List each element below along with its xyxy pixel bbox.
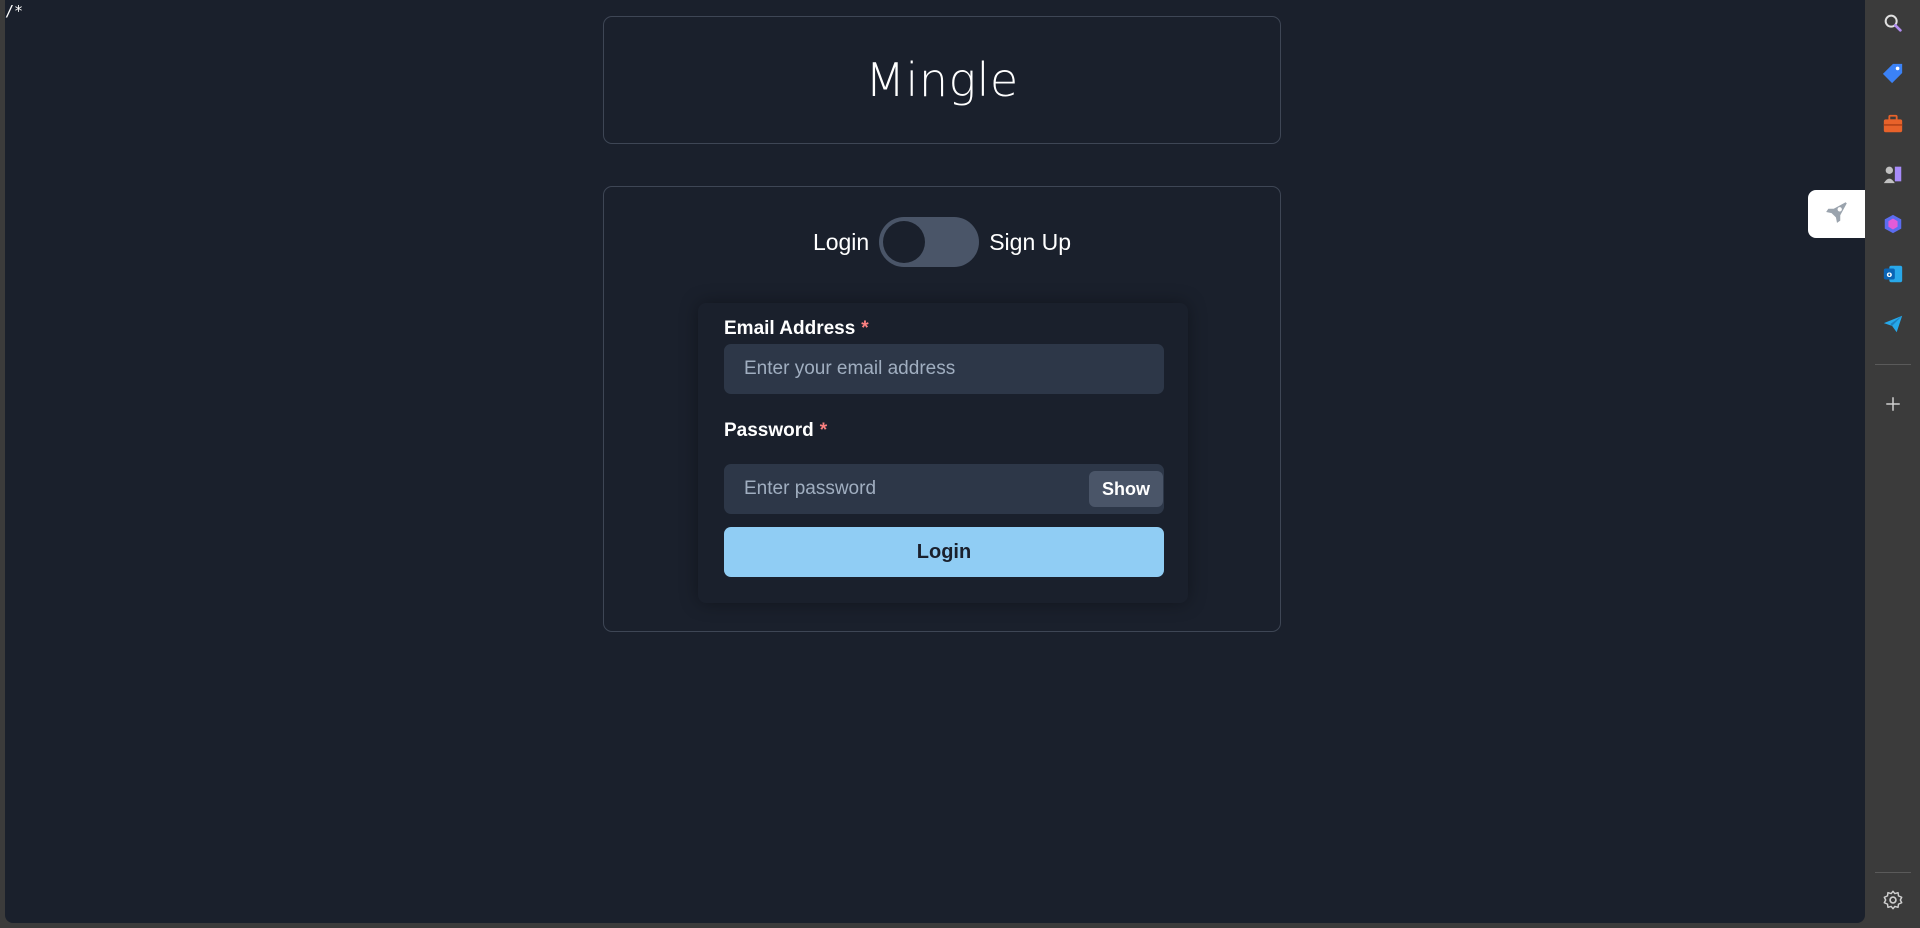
settings-icon[interactable] (1881, 888, 1905, 912)
password-label-text: Password (724, 420, 814, 441)
floating-assistant-tab[interactable] (1808, 190, 1865, 238)
required-mark: * (861, 318, 869, 339)
edge-sidebar: o (1865, 0, 1920, 928)
games-icon[interactable] (1881, 162, 1905, 186)
stray-comment-text: /* (5, 2, 24, 20)
login-mode-label[interactable]: Login (813, 229, 869, 256)
password-label: Password * (724, 420, 827, 442)
email-input[interactable] (724, 344, 1164, 394)
tag-icon[interactable] (1881, 61, 1905, 85)
required-mark: * (819, 420, 828, 441)
search-icon[interactable] (1881, 11, 1905, 35)
briefcase-icon[interactable] (1881, 112, 1905, 136)
copilot-icon[interactable] (1881, 212, 1905, 236)
login-form: Email Address* Password* Show Login (698, 303, 1188, 603)
login-button[interactable]: Login (724, 527, 1164, 577)
browser-viewport: /* Mingle Login Sign Up Email Address* P… (5, 0, 1865, 923)
svg-text:o: o (1886, 269, 1892, 279)
send-icon[interactable] (1881, 312, 1905, 336)
rocket-icon (1824, 199, 1850, 230)
email-label: Email Address * (724, 318, 869, 340)
show-password-button[interactable]: Show (1089, 471, 1163, 507)
sidebar-divider (1875, 364, 1911, 365)
switch-knob (883, 221, 926, 263)
signup-mode-label[interactable]: Sign Up (989, 229, 1071, 256)
app-title: Mingle (865, 53, 1019, 107)
sidebar-divider (1875, 872, 1911, 873)
auth-mode-switch[interactable] (879, 217, 980, 267)
auth-card: Login Sign Up Email Address* Password* S… (603, 186, 1281, 632)
add-icon[interactable] (1881, 392, 1905, 416)
outlook-icon[interactable]: o (1881, 262, 1905, 286)
title-card: Mingle (603, 16, 1281, 144)
auth-mode-toggle-row: Login Sign Up (604, 217, 1280, 267)
email-label-text: Email Address (724, 318, 856, 339)
